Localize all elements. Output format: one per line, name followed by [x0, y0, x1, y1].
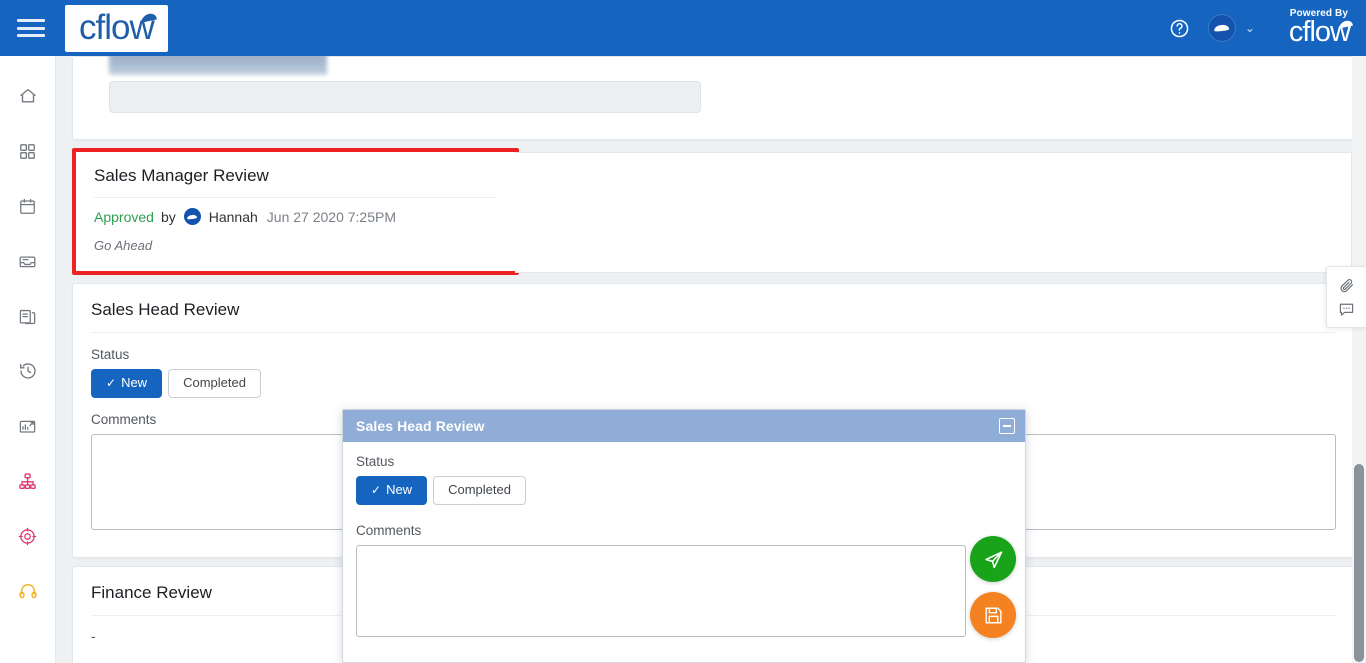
- status-badge: Approved: [94, 208, 154, 225]
- approval-timestamp: Jun 27 2020 7:25PM: [266, 208, 396, 225]
- left-sidebar: [0, 56, 56, 663]
- dialog-comments-textarea[interactable]: [356, 544, 966, 637]
- status-option-new-label: New: [121, 375, 148, 390]
- status-option-completed[interactable]: Completed: [168, 369, 261, 398]
- speech-bubble-icon[interactable]: [1338, 301, 1355, 318]
- paperclip-icon[interactable]: [1338, 277, 1355, 294]
- readonly-text-input[interactable]: [109, 81, 701, 113]
- dialog-status-label: Status: [356, 454, 395, 469]
- check-icon: ✓: [371, 483, 382, 497]
- section-title: Sales Head Review: [91, 300, 1336, 333]
- sidebar-item-calendar[interactable]: [9, 189, 47, 223]
- powered-by-logo: Powered By cflow: [1288, 9, 1351, 48]
- avatar-swoosh: [187, 213, 198, 220]
- status-label: Status: [91, 347, 130, 362]
- dialog-action-buttons: [970, 536, 1016, 638]
- status-option-new[interactable]: ✓ New: [91, 369, 163, 398]
- org-chart-icon: [18, 472, 37, 491]
- brand-logo[interactable]: cflow: [65, 4, 168, 52]
- approver-avatar: [183, 208, 201, 225]
- history-clock-icon: [18, 361, 38, 381]
- header-right-actions: ⌄ Powered By cflow: [1165, 9, 1366, 47]
- avatar[interactable]: [1208, 15, 1235, 41]
- minimize-icon[interactable]: [999, 418, 1015, 434]
- sidebar-item-inbox[interactable]: [9, 244, 47, 278]
- sidebar-item-support[interactable]: [9, 574, 47, 608]
- approver-name: Hannah: [208, 208, 258, 225]
- partial-top-card: [72, 56, 1355, 140]
- blurred-field: [109, 56, 327, 75]
- status-button-group: ✓ New Completed: [91, 369, 1336, 398]
- page-title: Sales Manager Review: [94, 166, 497, 198]
- right-tool-panel: [1326, 266, 1366, 328]
- dialog-status-option-completed[interactable]: Completed: [433, 476, 526, 505]
- powered-by-brand: cflow: [1288, 16, 1351, 48]
- sidebar-item-goals[interactable]: [9, 519, 47, 553]
- check-icon: ✓: [106, 376, 117, 390]
- sidebar-item-history[interactable]: [9, 354, 47, 388]
- inbox-tray-icon: [18, 252, 37, 271]
- report-card-icon: [18, 417, 37, 436]
- hamburger-icon[interactable]: [17, 17, 47, 39]
- sidebar-item-reports[interactable]: [9, 409, 47, 443]
- top-header-bar: cflow ⌄ Powered By cflow: [0, 0, 1366, 56]
- floppy-disk-icon: [983, 605, 1004, 626]
- vertical-scrollbar-thumb[interactable]: [1354, 464, 1364, 662]
- paper-plane-icon: [982, 548, 1005, 571]
- submit-button[interactable]: [970, 536, 1016, 582]
- dialog-title: Sales Head Review: [356, 418, 485, 434]
- sales-head-review-dialog: Sales Head Review Status ✓ New Completed …: [342, 409, 1026, 663]
- question-circle-icon[interactable]: [1165, 13, 1195, 43]
- dialog-status-button-group: ✓ New Completed: [356, 476, 1009, 505]
- dialog-status-option-new[interactable]: ✓ New: [356, 476, 428, 505]
- grid-apps-icon: [18, 142, 37, 161]
- sidebar-item-documents[interactable]: [9, 299, 47, 333]
- save-button[interactable]: [970, 592, 1016, 638]
- sidebar-item-workflow[interactable]: [9, 464, 47, 498]
- dialog-status-option-new-label: New: [386, 482, 413, 497]
- calendar-icon: [18, 197, 37, 216]
- dialog-title-bar[interactable]: Sales Head Review: [343, 410, 1025, 442]
- dialog-comments-label: Comments: [356, 522, 422, 538]
- approval-by-label: by: [160, 208, 176, 225]
- sidebar-item-apps[interactable]: [9, 134, 47, 168]
- vertical-scrollbar-track[interactable]: [1352, 56, 1366, 663]
- avatar-swoosh: [1214, 24, 1230, 32]
- home-icon: [18, 86, 38, 106]
- sidebar-item-home[interactable]: [9, 79, 47, 113]
- headset-support-icon: [18, 581, 38, 601]
- chevron-down-icon[interactable]: ⌄: [1245, 22, 1255, 34]
- target-circle-icon: [18, 527, 37, 546]
- dialog-body: Status ✓ New Completed Comments: [343, 442, 1025, 642]
- sales-manager-review-section: Sales Manager Review Approved by Hannah …: [72, 148, 1352, 275]
- brand-logo-text: cflow: [79, 7, 155, 47]
- approval-line: Approved by Hannah Jun 27 2020 7:25PM: [94, 208, 497, 225]
- documents-icon: [18, 307, 37, 326]
- approval-comment: Go Ahead: [94, 238, 153, 253]
